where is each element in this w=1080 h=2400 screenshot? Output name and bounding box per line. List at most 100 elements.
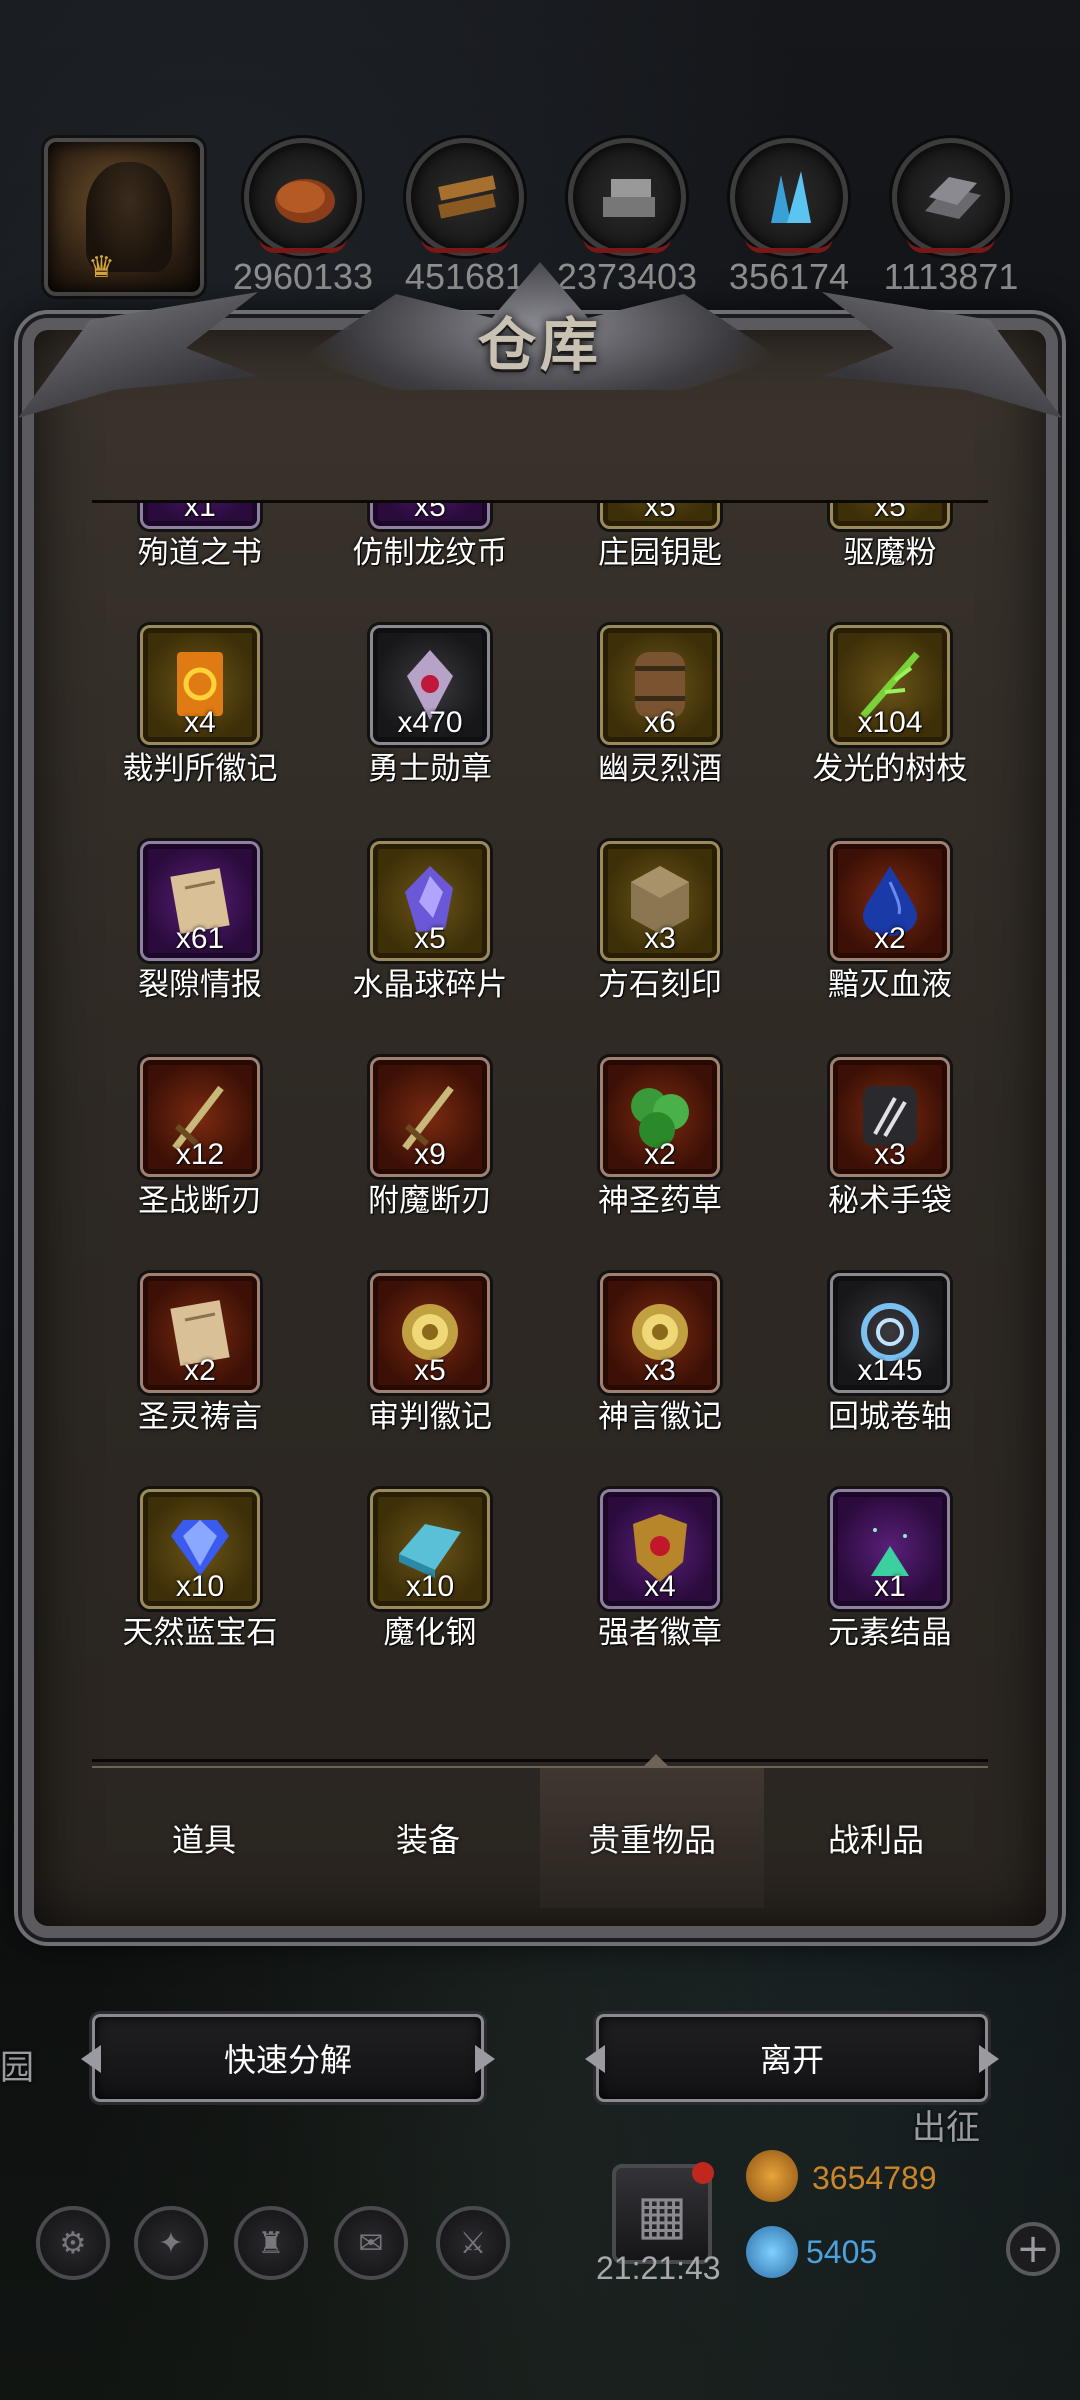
item-slot[interactable]: x12 (140, 1057, 260, 1177)
leave-button[interactable]: 离开 (596, 2014, 988, 2102)
item-slot[interactable]: x1 (830, 1489, 950, 1609)
side-label: 园 (0, 2048, 34, 2088)
item-slot[interactable]: x470 (370, 625, 490, 745)
inventory-item[interactable]: x3 秘术手袋 (775, 1057, 988, 1267)
quick-dismantle-button[interactable]: 快速分解 (92, 2014, 484, 2102)
item-slot[interactable]: x6 (600, 625, 720, 745)
clock-display: 21:21:43 (596, 2250, 721, 2286)
inventory-item[interactable]: x61 裂隙情报 (92, 841, 315, 1051)
item-slot[interactable]: x5 (600, 503, 720, 529)
inventory-item[interactable]: x5 驱魔粉 (775, 500, 988, 619)
inventory-item[interactable]: x1 元素结晶 (775, 1489, 988, 1699)
expedition-label[interactable]: 出征 (912, 2100, 980, 2149)
item-slot[interactable]: x1 (140, 500, 260, 529)
item-slot[interactable]: x3 (830, 1057, 950, 1177)
item-name: 秘术手袋 (828, 1183, 952, 1219)
inventory-item[interactable]: x2 黯灭血液 (775, 841, 988, 1051)
item-slot[interactable]: x3 (600, 1273, 720, 1393)
item-slot[interactable]: x4 (600, 1489, 720, 1609)
inventory-item[interactable]: x2 神圣药草 (545, 1057, 775, 1267)
item-slot[interactable]: x10 (370, 1489, 490, 1609)
item-slot[interactable]: x2 (600, 1057, 720, 1177)
mail-icon[interactable]: ✉ (334, 2206, 408, 2280)
inventory-item[interactable]: x2 圣灵祷言 (92, 1273, 315, 1483)
iron-icon[interactable] (892, 138, 1010, 256)
inventory-item[interactable]: x4 裁判所徽记 (92, 625, 315, 835)
item-slot[interactable]: x145 (830, 1273, 950, 1393)
item-count: x10 (405, 1570, 455, 1603)
item-name: 魔化钢 (383, 1615, 477, 1651)
inventory-item[interactable]: x12 圣战断刃 (92, 1057, 315, 1267)
item-count: x2 (644, 1138, 676, 1171)
item-name: 回城卷轴 (828, 1399, 952, 1435)
item-slot[interactable]: x4 (140, 625, 260, 745)
inventory-item[interactable]: x6 幽灵烈酒 (545, 625, 775, 835)
inventory-item[interactable]: x1 殉道之书 (92, 500, 315, 619)
item-name: 裂隙情报 (138, 967, 262, 1003)
item-slot[interactable]: x9 (370, 1057, 490, 1177)
item-name: 黯灭血液 (828, 967, 952, 1003)
category-tabs: 道具 装备 贵重物品 战利品 (92, 1766, 988, 1908)
item-count: x2 (874, 922, 906, 955)
star-icon[interactable]: ✦ (134, 2206, 208, 2280)
add-gems-button[interactable]: + (1006, 2222, 1060, 2276)
stone-icon[interactable] (568, 138, 686, 256)
gold-amount: 3654789 (812, 2160, 937, 2196)
item-slot[interactable]: x104 (830, 625, 950, 745)
resource-value: 356174 (728, 256, 850, 297)
item-slot[interactable]: x5 (370, 841, 490, 961)
settings-icon[interactable]: ⚙ (36, 2206, 110, 2280)
item-count: x5 (874, 500, 906, 523)
item-count: x12 (175, 1138, 225, 1171)
item-slot[interactable]: x2 (830, 841, 950, 961)
tab-valuables[interactable]: 贵重物品 (540, 1768, 764, 1908)
item-grid-panel[interactable]: x1 殉道之书 x5 仿制龙纹币 x5 庄园钥匙 x5 驱魔粉 x4 裁判所徽记 x470 勇士勋章 x… (92, 500, 988, 1762)
inventory-item[interactable]: x104 发光的树枝 (775, 625, 988, 835)
item-slot[interactable]: x2 (140, 1273, 260, 1393)
item-count: x6 (644, 706, 676, 739)
inventory-item[interactable]: x145 回城卷轴 (775, 1273, 988, 1483)
resource-value: 1113871 (883, 256, 1019, 297)
inventory-item[interactable]: x4 强者徽章 (545, 1489, 775, 1699)
item-slot[interactable]: x5 (370, 1273, 490, 1393)
bread-icon[interactable] (244, 138, 362, 256)
castle-icon[interactable]: ♜ (234, 2206, 308, 2280)
inventory-item[interactable]: x5 仿制龙纹币 (315, 503, 545, 619)
item-count: x4 (184, 706, 216, 739)
tab-equipment[interactable]: 装备 (316, 1768, 540, 1908)
inventory-item[interactable]: x5 水晶球碎片 (315, 841, 545, 1051)
inventory-item[interactable]: x10 魔化钢 (315, 1489, 545, 1699)
inventory-item[interactable]: x3 神言徽记 (545, 1273, 775, 1483)
tab-loot[interactable]: 战利品 (764, 1768, 988, 1908)
item-name: 方石刻印 (598, 967, 722, 1003)
inventory-item[interactable]: x5 庄园钥匙 (545, 503, 775, 619)
item-slot[interactable]: x3 (600, 841, 720, 961)
gold-coin-icon (746, 2150, 798, 2202)
item-slot[interactable]: x5 (370, 503, 490, 529)
wood-icon[interactable] (406, 138, 524, 256)
hero-portrait[interactable]: ♛ (44, 138, 204, 296)
helmet-icon[interactable]: ⚔ (436, 2206, 510, 2280)
item-name: 圣战断刃 (138, 1183, 262, 1219)
item-count: x104 (857, 706, 923, 739)
item-name: 元素结晶 (828, 1615, 952, 1651)
item-count: x10 (175, 1570, 225, 1603)
inventory-item[interactable]: x3 方石刻印 (545, 841, 775, 1051)
item-slot[interactable]: x10 (140, 1489, 260, 1609)
item-count: x5 (414, 1354, 446, 1387)
item-name: 天然蓝宝石 (122, 1615, 278, 1651)
gift-box-icon[interactable]: ▦ (612, 2162, 714, 2264)
tab-items[interactable]: 道具 (92, 1768, 316, 1908)
inventory-item[interactable]: x9 附魔断刃 (315, 1057, 545, 1267)
inventory-item[interactable]: x470 勇士勋章 (315, 625, 545, 835)
item-count: x5 (414, 922, 446, 955)
item-count: x3 (874, 1138, 906, 1171)
item-slot[interactable]: x5 (830, 500, 950, 529)
item-count: x1 (184, 500, 216, 523)
inventory-item[interactable]: x10 天然蓝宝石 (92, 1489, 315, 1699)
item-slot[interactable]: x61 (140, 841, 260, 961)
inventory-item[interactable]: x5 审判徽记 (315, 1273, 545, 1483)
crystal-icon[interactable] (730, 138, 848, 256)
item-name: 神圣药草 (598, 1183, 722, 1219)
notification-dot (692, 2162, 714, 2184)
